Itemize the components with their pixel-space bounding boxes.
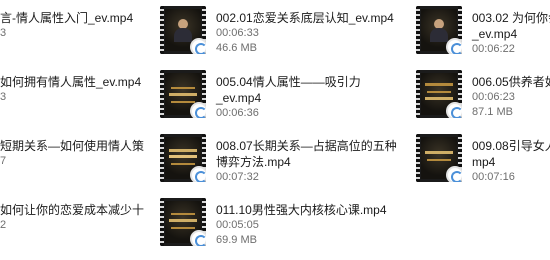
file-duration: 00:06:36 <box>216 107 259 119</box>
file-duration: 3 <box>0 27 7 39</box>
file-duration: 00:06:33 <box>216 27 259 39</box>
file-name: 002.01恋爱关系底层认知_ev.mp4 <box>216 11 394 25</box>
video-thumbnail <box>416 70 462 118</box>
player-badge-icon <box>446 38 462 54</box>
video-thumbnail <box>160 198 206 246</box>
video-thumbnail <box>160 6 206 54</box>
file-name-line-2: _ev.mp4 <box>216 91 262 105</box>
video-thumbnail <box>160 134 206 182</box>
player-badge-icon <box>190 38 206 54</box>
file-duration: 00:07:16 <box>472 171 515 183</box>
file-name: 011.10男性强大内核核心课.mp4 <box>216 203 387 217</box>
video-thumbnail <box>416 6 462 54</box>
player-badge-icon <box>446 166 462 182</box>
file-name-line-2: 博弈方法.mp4 <box>216 155 291 169</box>
player-badge-icon <box>446 102 462 118</box>
player-badge-icon <box>190 230 206 246</box>
file-duration: 00:05:05 <box>216 219 259 231</box>
file-name-line-1: 003.02 为何你会 <box>472 11 550 25</box>
file-size: 46.6 MB <box>216 42 257 54</box>
file-name-line-2: _ev.mp4 <box>472 27 518 41</box>
player-badge-icon <box>190 166 206 182</box>
file-name: 如何拥有情人属性_ev.mp4 <box>0 75 142 89</box>
player-badge-icon <box>190 102 206 118</box>
file-duration: 00:06:22 <box>472 43 515 55</box>
file-name-line-1: 005.04情人属性——吸引力 <box>216 75 361 89</box>
file-name: 如何让你的恋爱成本减少十 <box>0 203 145 217</box>
file-duration: 2 <box>0 219 7 231</box>
file-name-line-1: 008.07长期关系—占据高位的五种 <box>216 139 397 153</box>
file-name-line-1: 009.08引导女人 <box>472 139 550 153</box>
file-name: 006.05供养者如 <box>472 75 550 89</box>
file-size: 87.1 MB <box>472 106 513 118</box>
file-size: 69.9 MB <box>216 234 257 246</box>
file-duration: 7 <box>0 155 7 167</box>
video-thumbnail <box>160 70 206 118</box>
file-duration: 00:07:32 <box>216 171 259 183</box>
file-duration: 3 <box>0 91 7 103</box>
file-duration: 00:06:23 <box>472 91 515 103</box>
file-name-line-2: mp4 <box>472 155 496 169</box>
file-name: 短期关系—如何使用情人策 <box>0 139 145 153</box>
file-name: 言-情人属性入门_ev.mp4 <box>0 11 134 25</box>
video-thumbnail <box>416 134 462 182</box>
